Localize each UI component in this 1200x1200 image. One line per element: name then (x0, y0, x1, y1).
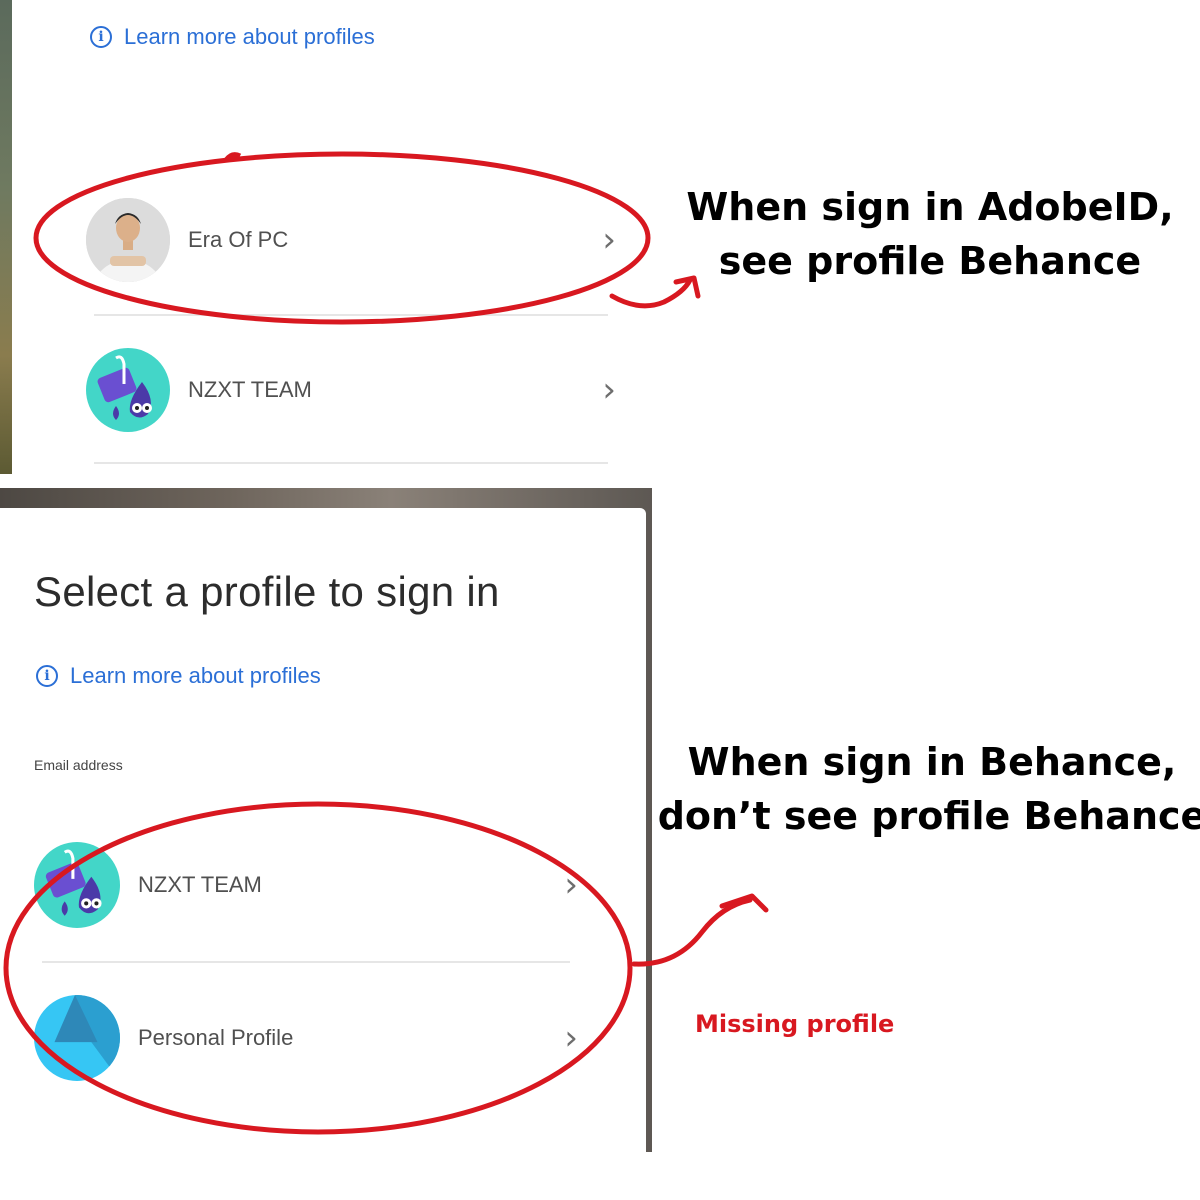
divider (42, 961, 570, 963)
profile-row-personal-profile[interactable]: Personal Profile › (34, 995, 578, 1081)
divider (94, 314, 608, 316)
avatar-nzxt-team-logo (34, 842, 120, 928)
avatar-person-photo (86, 198, 170, 282)
profile-name: Personal Profile (138, 1025, 294, 1050)
info-icon: i (36, 665, 58, 687)
profile-row-era-of-pc[interactable]: Era Of PC › (86, 198, 616, 282)
top-screenshot-panel: i Learn more about profiles Era Of PC › (0, 0, 648, 474)
profile-row-nzxt-team[interactable]: NZXT TEAM › (34, 842, 578, 928)
annotation-top-line2: see profile Behance (718, 239, 1142, 283)
annotation-top-line1: When sign in AdobeID, (686, 185, 1174, 229)
annotation-top: When sign in AdobeID, see profile Behanc… (650, 180, 1200, 288)
profile-row-nzxt-team[interactable]: NZXT TEAM › (86, 348, 616, 432)
avatar-nzxt-team-logo (86, 348, 170, 432)
missing-profile-label: Missing profile (695, 1010, 895, 1038)
chevron-right-icon: › (602, 220, 616, 260)
page-title: Select a profile to sign in (34, 568, 500, 615)
chevron-right-icon: › (602, 370, 616, 410)
divider (94, 462, 608, 464)
annotation-bottom-line2: don’t see profile Behance (657, 794, 1200, 838)
profile-name: NZXT TEAM (188, 377, 312, 402)
chevron-right-icon: › (564, 1018, 578, 1058)
background-edge (0, 0, 12, 474)
chevron-right-icon: › (564, 865, 578, 905)
arrow-bottom-head (719, 893, 769, 913)
email-address-label: Email address (34, 757, 123, 773)
annotation-bottom: When sign in Behance, don’t see profile … (652, 735, 1200, 843)
learn-more-link[interactable]: i Learn more about profiles (90, 24, 375, 50)
learn-more-label: Learn more about profiles (70, 663, 321, 688)
avatar-personal-profile-logo (34, 995, 120, 1081)
annotation-bottom-line1: When sign in Behance, (687, 740, 1177, 784)
info-icon: i (90, 26, 112, 48)
profile-name: NZXT TEAM (138, 872, 262, 897)
learn-more-label: Learn more about profiles (124, 24, 375, 49)
learn-more-link[interactable]: i Learn more about profiles (36, 663, 321, 689)
profile-name: Era Of PC (188, 227, 289, 252)
